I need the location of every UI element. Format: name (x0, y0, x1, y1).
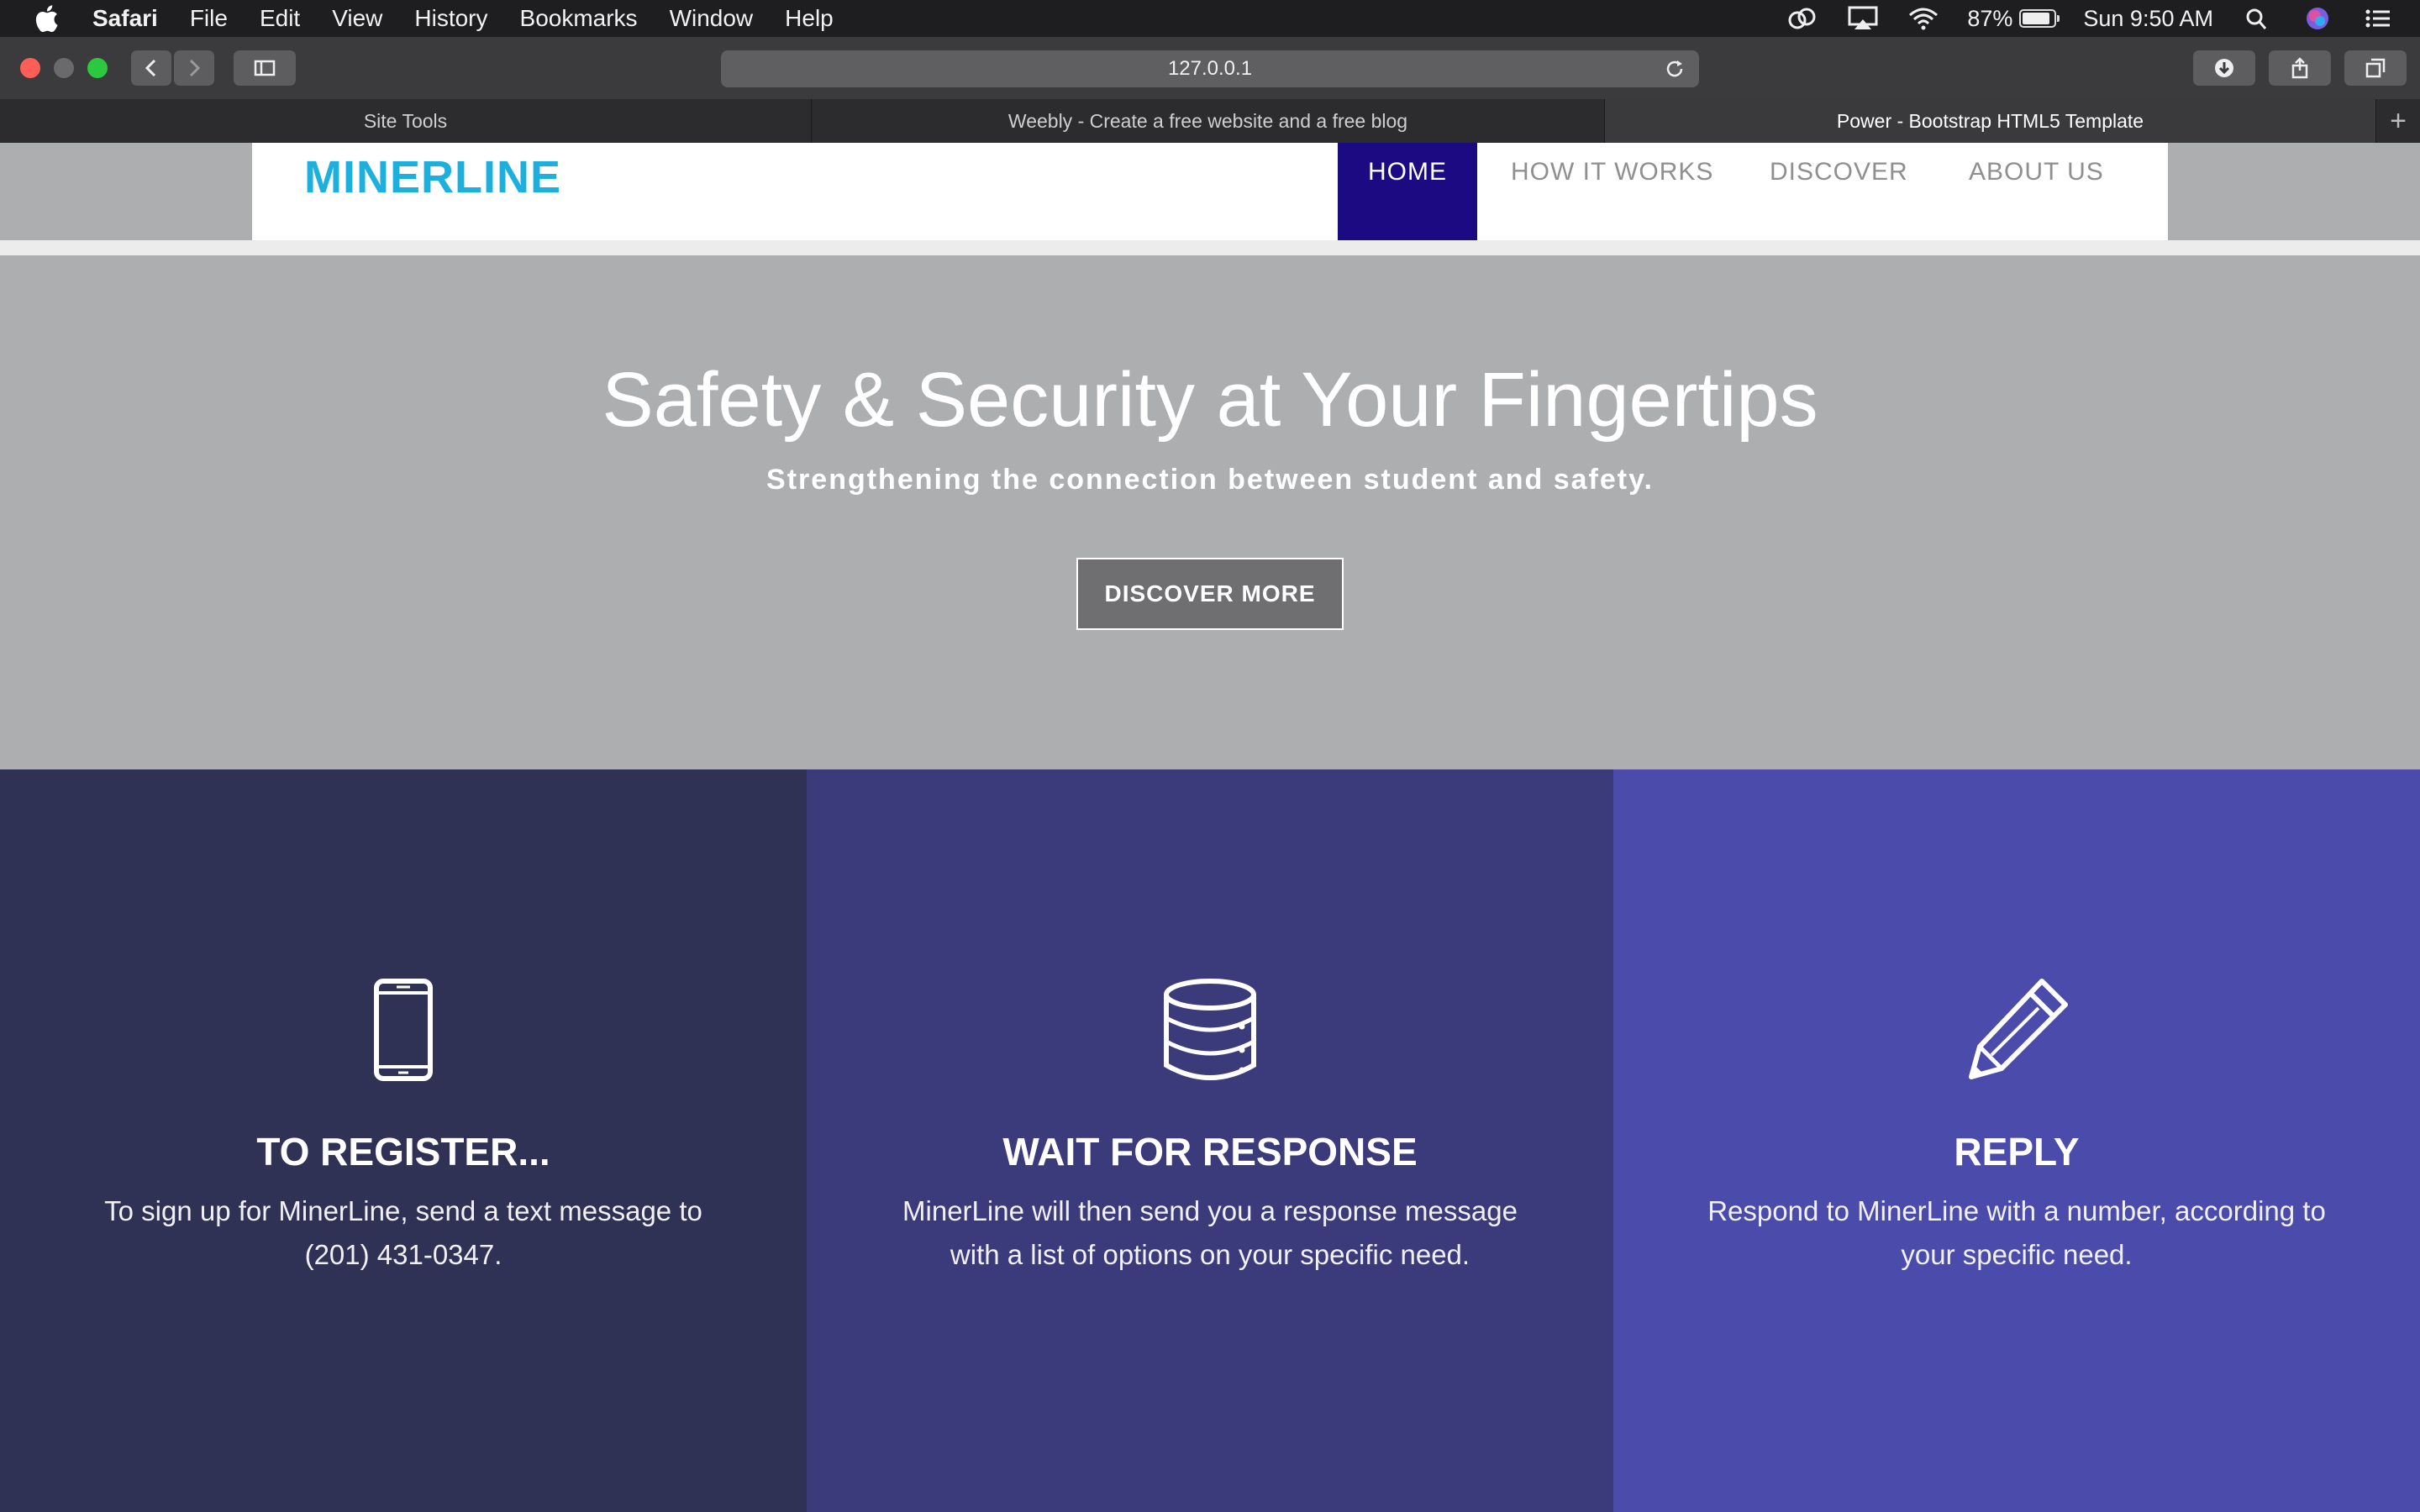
tab-label: Power - Bootstrap HTML5 Template (1836, 109, 2144, 132)
feature-text: To sign up for MinerLine, send a text me… (104, 1195, 702, 1270)
close-window-button[interactable] (20, 58, 40, 78)
chevron-left-icon (145, 59, 156, 77)
tab-label: Weebly - Create a free website and a fre… (1007, 109, 1408, 132)
nav-home[interactable]: HOME (1338, 143, 1477, 240)
url-text: 127.0.0.1 (1167, 57, 1253, 80)
address-bar[interactable]: 127.0.0.1 (721, 50, 1699, 87)
menu-help[interactable]: Help (785, 5, 834, 32)
sidebar-toggle-button[interactable] (234, 50, 296, 86)
hero-section: Safety & Security at Your Fingertips Str… (0, 255, 2420, 769)
discover-more-button[interactable]: DISCOVER MORE (1076, 558, 1344, 630)
navbar-divider (0, 240, 2420, 255)
notification-center-icon[interactable] (2361, 6, 2395, 31)
site-logo[interactable]: MINERLINE (304, 151, 561, 203)
battery-percent: 87% (1967, 5, 2013, 31)
download-icon (2215, 59, 2233, 77)
tab-site-tools[interactable]: Site Tools (0, 99, 812, 143)
database-icon (1164, 979, 1256, 1080)
nav-about-us[interactable]: ABOUT US (1969, 143, 2104, 240)
sidebar-icon (254, 60, 276, 76)
tab-bar: Site Tools Weebly - Create a free websit… (0, 99, 2420, 143)
feature-text: Respond to MinerLine with a number, acco… (1707, 1195, 2326, 1270)
downloads-button[interactable] (2193, 50, 2255, 86)
apple-icon[interactable] (34, 4, 59, 33)
battery-level (2023, 13, 2049, 24)
feature-text: MinerLine will then send you a response … (902, 1195, 1518, 1270)
nav-discover[interactable]: DISCOVER (1770, 143, 1908, 240)
site-navbar: MINERLINE HOME HOW IT WORKS DISCOVER ABO… (252, 143, 2168, 240)
tab-label: Site Tools (363, 109, 448, 132)
creative-cloud-icon[interactable] (1786, 6, 1819, 31)
chevron-right-icon (189, 59, 201, 77)
feature-wait-for-response: WAIT FOR RESPONSE MinerLine will then se… (807, 769, 1613, 1512)
tab-overview-button[interactable] (2344, 50, 2407, 86)
new-tab-button[interactable]: + (2376, 99, 2420, 143)
siri-icon[interactable] (2301, 6, 2334, 31)
reload-icon[interactable] (1664, 58, 1686, 80)
share-button[interactable] (2269, 50, 2331, 86)
menu-bar: Safari File Edit View History Bookmarks … (0, 0, 2420, 37)
share-icon (2291, 57, 2308, 79)
features-section: TO REGISTER... To sign up for MinerLine,… (0, 769, 2420, 1512)
menu-file[interactable]: File (190, 5, 228, 32)
nav-how-it-works[interactable]: HOW IT WORKS (1511, 143, 1713, 240)
battery-icon[interactable] (2019, 9, 2060, 28)
tablet-icon (374, 979, 433, 1081)
spotlight-search-icon[interactable] (2240, 6, 2274, 31)
menu-view[interactable]: View (332, 5, 382, 32)
tab-power-template[interactable]: Power - Bootstrap HTML5 Template (1605, 99, 2376, 143)
back-button[interactable] (131, 50, 171, 86)
forward-button[interactable] (174, 50, 214, 86)
web-page: MINERLINE HOME HOW IT WORKS DISCOVER ABO… (0, 143, 2420, 1512)
tabs-icon (2365, 58, 2386, 78)
menu-app-safari[interactable]: Safari (92, 5, 158, 32)
feature-reply: REPLY Respond to MinerLine with a number… (1613, 769, 2420, 1512)
tab-weebly[interactable]: Weebly - Create a free website and a fre… (812, 99, 1605, 143)
airplay-icon[interactable] (1846, 6, 1880, 31)
menu-window[interactable]: Window (670, 5, 754, 32)
menu-history[interactable]: History (414, 5, 487, 32)
zoom-window-button[interactable] (87, 58, 108, 78)
menu-bookmarks[interactable]: Bookmarks (520, 5, 638, 32)
feature-title: TO REGISTER... (256, 1130, 550, 1173)
clock[interactable]: Sun 9:50 AM (2083, 6, 2213, 32)
feature-register: TO REGISTER... To sign up for MinerLine,… (0, 769, 807, 1512)
browser-toolbar: 127.0.0.1 (0, 37, 2420, 100)
feature-title: REPLY (1954, 1130, 2080, 1173)
hero-subtitle: Strengthening the connection between stu… (766, 464, 1654, 496)
hero-title: Safety & Security at Your Fingertips (602, 357, 1818, 443)
menu-edit[interactable]: Edit (260, 5, 300, 32)
minimize-window-button[interactable] (54, 58, 74, 78)
pencil-icon (1969, 979, 2068, 1079)
feature-title: WAIT FOR RESPONSE (1002, 1130, 1418, 1173)
wifi-icon[interactable] (1907, 6, 1940, 31)
